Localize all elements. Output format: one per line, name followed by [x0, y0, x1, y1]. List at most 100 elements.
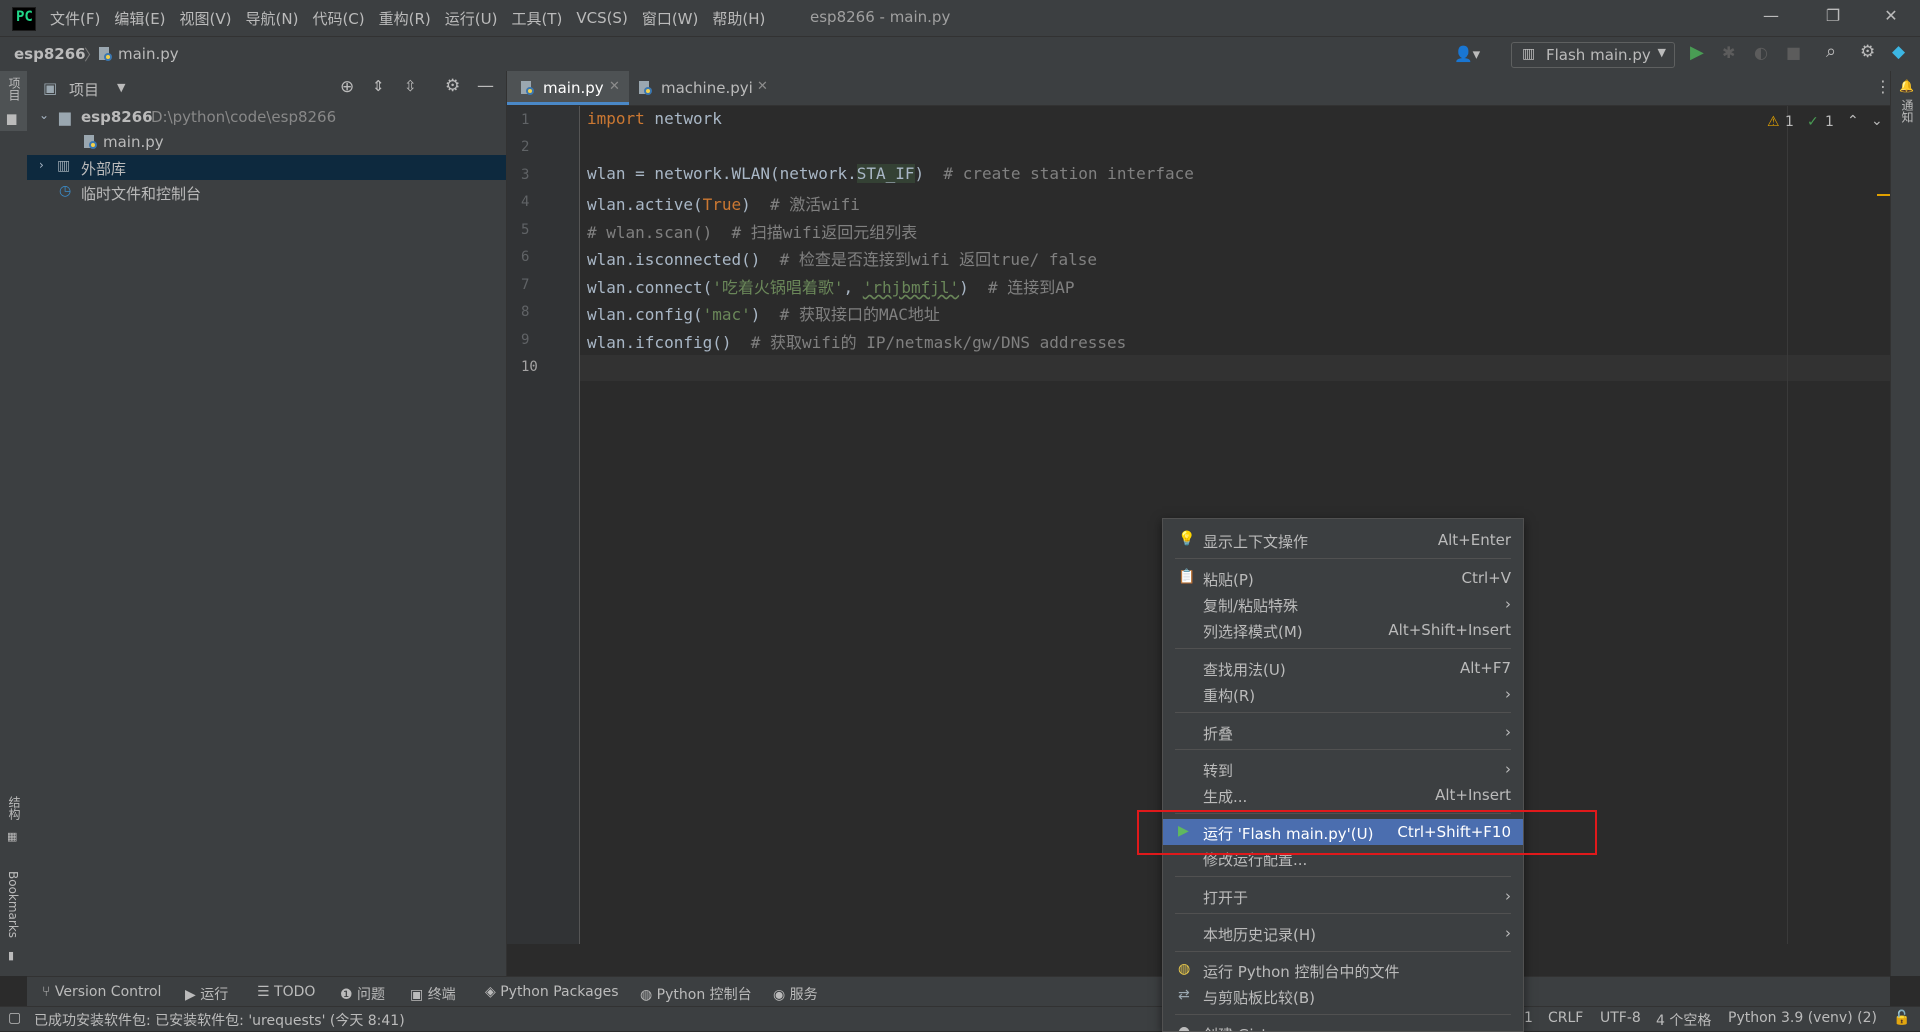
tree-item-external-libraries[interactable]: › ▥ 外部库: [27, 155, 506, 180]
menu-item-open-in[interactable]: 打开于 ›: [1163, 883, 1523, 909]
code-text: wlan = network.WLAN(network.: [587, 164, 857, 183]
menu-item-refactor[interactable]: 重构(R) ›: [1163, 681, 1523, 707]
weak-warning-count: 1: [1825, 114, 1834, 130]
menu-item-folding[interactable]: 折叠 ›: [1163, 719, 1523, 745]
code-comment: # 获取接口的MAC地址: [779, 305, 940, 324]
menu-item-goto[interactable]: 转到 ›: [1163, 756, 1523, 782]
jetbrains-toolbox-icon[interactable]: ◆: [1892, 42, 1905, 62]
minimize-icon[interactable]: —: [1748, 6, 1794, 30]
services-icon: ◉: [773, 987, 790, 1003]
code-text: ): [959, 278, 989, 297]
debug-icon[interactable]: ✱: [1722, 43, 1735, 62]
menu-item-find-usages[interactable]: 查找用法(U) Alt+F7: [1163, 655, 1523, 681]
menu-item-generate[interactable]: 生成... Alt+Insert: [1163, 782, 1523, 808]
tree-item-main-py[interactable]: main.py: [27, 130, 506, 155]
python-interpreter[interactable]: Python 3.9 (venv) (2): [1728, 1010, 1877, 1026]
status-toggle-icon[interactable]: ▢: [8, 1010, 21, 1026]
menu-refactor[interactable]: 重构(R): [379, 8, 431, 29]
menu-view[interactable]: 视图(V): [180, 8, 232, 29]
close-tab-icon[interactable]: ✕: [757, 79, 768, 94]
bell-icon: 🔔: [1899, 79, 1914, 93]
menu-item-column-selection-mode[interactable]: 列选择模式(M) Alt+Shift+Insert: [1163, 617, 1523, 643]
hide-panel-icon[interactable]: —: [477, 76, 494, 96]
menu-item-show-context-actions[interactable]: 💡 显示上下文操作 Alt+Enter: [1163, 527, 1523, 553]
menu-window[interactable]: 窗口(W): [642, 8, 699, 29]
project-panel-title[interactable]: 项目: [69, 79, 99, 100]
indent-setting[interactable]: 4 个空格: [1656, 1010, 1711, 1030]
code-text: wlan.active(: [587, 195, 703, 214]
tab-main-py[interactable]: main.py ✕: [507, 71, 629, 105]
settings-gear-icon[interactable]: ⚙: [1860, 42, 1875, 62]
panel-settings-gear-icon[interactable]: ⚙: [445, 76, 460, 96]
folder-icon: ▆: [59, 108, 71, 126]
search-icon[interactable]: ⌕: [1826, 41, 1836, 62]
tool-label: 运行: [200, 987, 229, 1003]
menu-edit[interactable]: 编辑(E): [114, 8, 165, 29]
menu-code[interactable]: 代码(C): [312, 8, 364, 29]
more-options-icon[interactable]: ⋮: [1875, 77, 1891, 96]
menu-item-compare-with-clipboard[interactable]: ⇄ 与剪贴板比较(B): [1163, 983, 1523, 1009]
close-window-icon[interactable]: ✕: [1868, 6, 1914, 30]
tool-todo[interactable]: ☰ TODO: [257, 984, 315, 1000]
menu-navigate[interactable]: 导航(N): [246, 8, 299, 29]
previous-highlight-icon[interactable]: ⌃: [1847, 113, 1859, 129]
status-message[interactable]: 已成功安装软件包: 已安装软件包: 'urequests' (今天 8:41): [34, 1010, 405, 1030]
highlight-annotation-box: [1137, 810, 1597, 855]
menu-item-copy-paste-special[interactable]: 复制/粘贴特殊 ›: [1163, 591, 1523, 617]
menu-item-create-gist[interactable]: ● 创建 Gist...: [1163, 1020, 1523, 1031]
run-icon[interactable]: ▶: [1690, 42, 1704, 63]
stop-icon[interactable]: ■: [1786, 43, 1801, 62]
file-encoding[interactable]: UTF-8: [1600, 1010, 1641, 1026]
next-highlight-icon[interactable]: ⌄: [1871, 113, 1883, 129]
menu-separator: [1175, 749, 1511, 750]
tab-machine-pyi[interactable]: machine.pyi ✕: [629, 71, 779, 105]
breadcrumb-project[interactable]: esp8266: [14, 45, 86, 63]
tool-terminal[interactable]: ▣ 终端: [410, 984, 456, 1004]
menu-vcs[interactable]: VCS(S): [576, 9, 627, 27]
tool-run[interactable]: ▶ 运行: [185, 984, 228, 1004]
tool-services[interactable]: ◉ 服务: [773, 984, 818, 1004]
coverage-icon[interactable]: ◐: [1754, 43, 1768, 62]
menu-item-local-history[interactable]: 本地历史记录(H) ›: [1163, 920, 1523, 946]
line-number: 9: [521, 332, 530, 348]
menu-help[interactable]: 帮助(H): [712, 8, 765, 29]
tool-python-packages[interactable]: ◈ Python Packages: [485, 984, 619, 1000]
project-tool-tab[interactable]: 项目 ▆: [0, 71, 27, 131]
scratches-label: 临时文件和控制台: [81, 185, 202, 203]
tab-label: machine.pyi: [661, 79, 753, 97]
menu-tools[interactable]: 工具(T): [511, 8, 562, 29]
menu-run[interactable]: 运行(U): [445, 8, 498, 29]
collapse-all-icon[interactable]: ⇳: [404, 77, 417, 95]
caret-position[interactable]: 1: [1524, 1010, 1533, 1026]
breadcrumb-file[interactable]: main.py: [118, 45, 179, 63]
chevron-right-icon[interactable]: ›: [39, 158, 44, 172]
info-icon: ❶: [340, 987, 358, 1003]
tree-item-root[interactable]: ⌄ ▆ esp8266 D:\python\code\esp8266: [27, 105, 506, 130]
tool-python-console[interactable]: ◍ Python 控制台: [640, 984, 752, 1004]
project-tab-label: 项目: [7, 77, 21, 101]
menu-file[interactable]: 文件(F): [50, 8, 100, 29]
notifications-tool-tab[interactable]: 🔔 通知: [1891, 71, 1920, 141]
menu-item-run-in-python-console[interactable]: ◍ 运行 Python 控制台中的文件: [1163, 957, 1523, 983]
locate-file-icon[interactable]: ⊕: [340, 77, 354, 97]
tree-item-scratches[interactable]: ◷ 临时文件和控制台: [27, 180, 506, 205]
lock-icon[interactable]: 🔓: [1893, 1010, 1910, 1026]
structure-tool-tab[interactable]: 结构 ▦: [0, 796, 27, 856]
user-icon[interactable]: 👤▾: [1454, 45, 1480, 63]
bookmarks-tool-tab[interactable]: Bookmarks ▮: [0, 871, 27, 971]
chevron-down-icon[interactable]: ⌄: [39, 108, 49, 122]
menu-item-paste[interactable]: 📋 粘贴(P) Ctrl+V: [1163, 565, 1523, 591]
restore-icon[interactable]: ❐: [1810, 6, 1856, 30]
close-tab-icon[interactable]: ✕: [609, 79, 620, 94]
window-title: esp8266 - main.py: [810, 8, 951, 26]
expand-all-icon[interactable]: ⇕: [372, 77, 385, 95]
tool-problems[interactable]: ❶ 问题: [340, 984, 385, 1004]
chevron-down-icon[interactable]: ▼: [117, 81, 125, 94]
code-comment: # 激活wifi: [770, 195, 860, 214]
run-configuration-select[interactable]: ▥ Flash main.py ▼: [1511, 42, 1675, 68]
tool-version-control[interactable]: ⑂ Version Control: [42, 984, 161, 1000]
menu-item-label: 转到: [1203, 762, 1234, 780]
left-tool-strip: 项目 ▆ 结构 ▦ Bookmarks ▮: [0, 71, 28, 976]
weak-warning-icon: ✓: [1807, 114, 1819, 130]
line-separator[interactable]: CRLF: [1548, 1010, 1583, 1026]
